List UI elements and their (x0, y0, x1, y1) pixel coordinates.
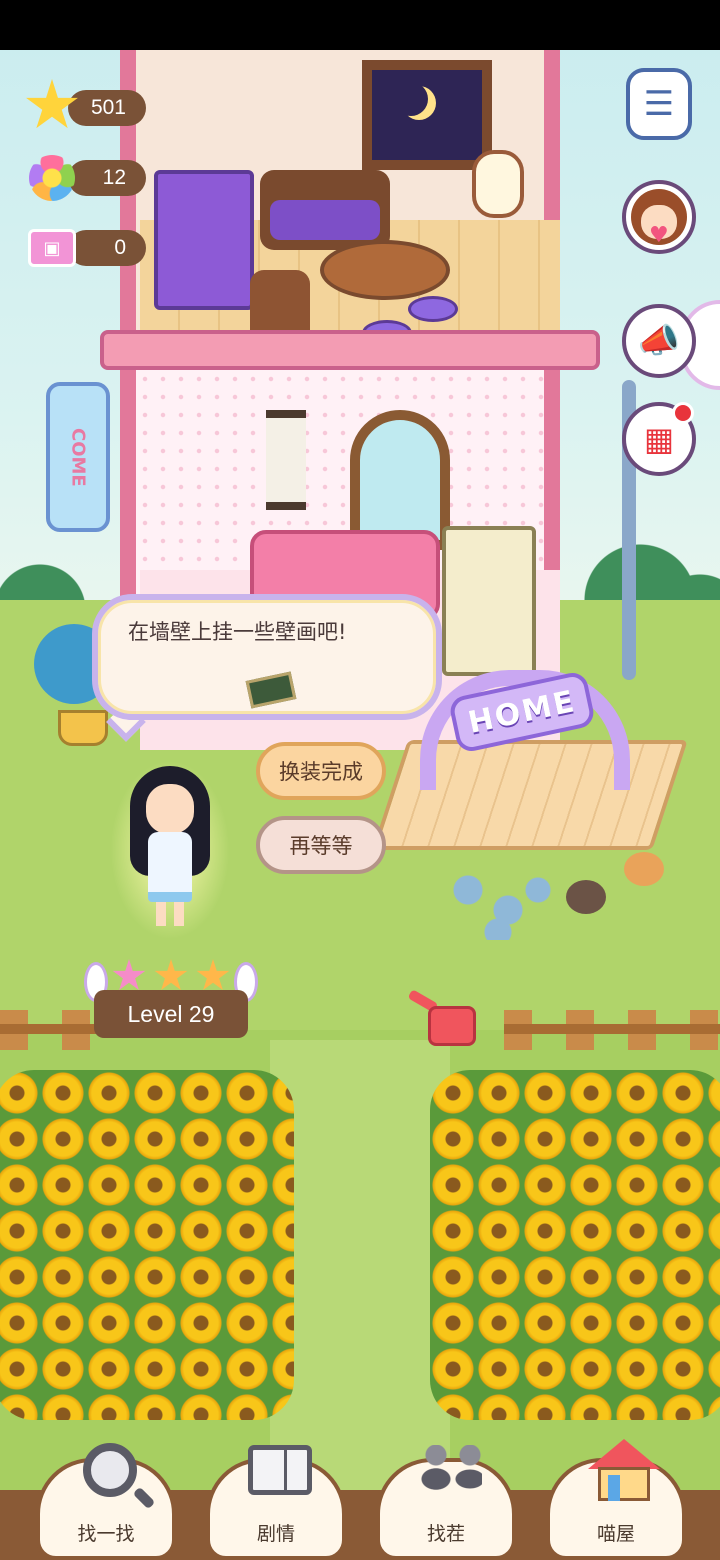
sofa-cushion (270, 200, 380, 240)
dog-pet[interactable] (566, 880, 606, 914)
nav-spot-difference-label: 找茬 (426, 1523, 465, 1545)
can-body (428, 1006, 476, 1046)
character-dress (148, 832, 192, 902)
player-character[interactable] (130, 766, 210, 926)
character-avatar-button[interactable]: ♥ (622, 180, 696, 254)
notebook-icon: ☰ (643, 84, 675, 124)
finish-decorating-button[interactable]: 换装完成 (256, 742, 386, 800)
level-label: Level 29 (94, 990, 248, 1038)
sunflower-bed-left[interactable] (0, 1070, 294, 1420)
character-legs (156, 902, 184, 926)
nav-story-label: 剧情 (256, 1523, 295, 1545)
tickets-count: 0 (114, 236, 126, 259)
level-stars (108, 958, 234, 994)
level-star-icon (112, 959, 146, 990)
watering-can-icon[interactable] (407, 989, 488, 1050)
stars-count: 501 (90, 96, 126, 119)
floor-cushion[interactable] (408, 296, 458, 322)
finish-decorating-label: 换装完成 (279, 760, 363, 784)
nav-spot-difference-button[interactable]: 找茬 (376, 1445, 516, 1560)
flowers-count: 12 (102, 166, 126, 189)
painting-icon (245, 671, 297, 709)
flower-pot (58, 710, 108, 746)
megaphone-icon: 📣 (637, 321, 681, 361)
flower-pots-icon (418, 1438, 482, 1502)
ticket-icon: ▣ (24, 220, 80, 276)
come-sign[interactable]: COME (46, 382, 110, 532)
fence-rail-right (504, 1024, 720, 1034)
wait-label: 再等等 (289, 834, 353, 858)
book-icon (248, 1438, 312, 1502)
announcement-button[interactable]: 📣 (622, 304, 696, 378)
wardrobe[interactable] (442, 526, 536, 676)
notification-badge (672, 402, 694, 424)
flower-icon (24, 150, 80, 206)
level-badge[interactable]: Level 29 (84, 958, 258, 1040)
night-window[interactable] (362, 60, 492, 170)
game-scene: COME HOME 501 12 0 ▣ ☰ ♥ 📣 ▦ 在墙壁上挂一些壁画吧!… (0, 0, 720, 1560)
nav-cat-house-label: 喵屋 (596, 1523, 635, 1545)
notebook-button[interactable]: ☰ (626, 68, 692, 140)
hanging-scroll-painting[interactable] (266, 410, 306, 510)
character-face (146, 784, 194, 834)
calendar-icon: ▦ (643, 420, 675, 458)
nav-find-label: 找一找 (77, 1523, 135, 1545)
star-icon (24, 78, 80, 134)
dialog-text: 在墙壁上挂一些壁画吧! (128, 620, 347, 644)
calendar-button[interactable]: ▦ (622, 402, 696, 476)
floor-divider (100, 330, 600, 370)
character-avatar-icon: ♥ (631, 189, 687, 247)
stepping-stones (448, 870, 558, 940)
hint-dialog: 在墙壁上挂一些壁画吧! (92, 594, 442, 720)
daybed-sofa[interactable] (260, 170, 390, 250)
status-bar (0, 0, 720, 50)
bottom-navigation: 找一找 剧情 找茬 喵屋 (0, 1428, 720, 1560)
moon-icon (394, 82, 428, 116)
nav-find-button[interactable]: 找一找 (36, 1443, 176, 1560)
nav-story-button[interactable]: 剧情 (206, 1445, 346, 1560)
nav-cat-house-button[interactable]: 喵屋 (546, 1439, 686, 1560)
level-star-icon (196, 959, 230, 990)
lantern-lamp[interactable] (472, 150, 524, 218)
wait-button[interactable]: 再等等 (256, 816, 386, 874)
purple-bookshelf[interactable] (154, 170, 254, 310)
home-sign-text: HOME (465, 683, 579, 741)
magnifier-icon (78, 1438, 142, 1502)
tea-table[interactable] (320, 240, 450, 300)
sunflower-bed-right[interactable] (430, 1070, 720, 1420)
house-icon (588, 1438, 660, 1502)
come-sign-text: COME (67, 427, 89, 487)
shiba-pet[interactable] (624, 852, 664, 886)
day-window[interactable] (350, 410, 450, 550)
level-star-icon (154, 959, 188, 990)
